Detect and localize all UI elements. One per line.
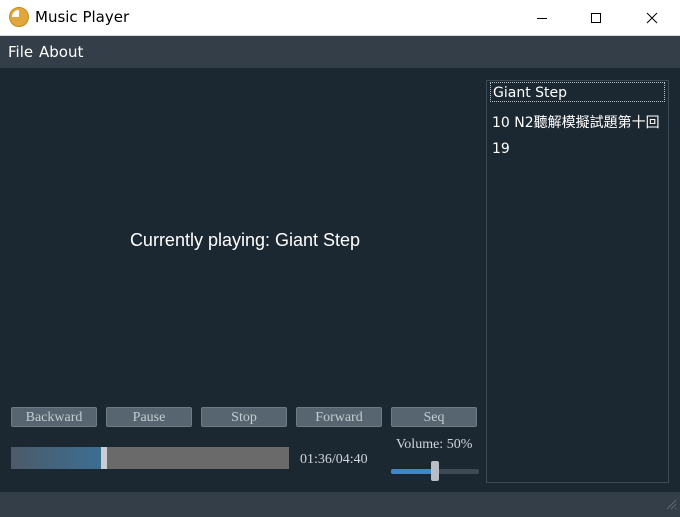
minimize-button[interactable] xyxy=(519,0,565,36)
title-bar: Music Player xyxy=(0,0,680,36)
seq-button[interactable]: Seq xyxy=(391,407,477,427)
maximize-button[interactable] xyxy=(573,0,619,36)
progress-bar[interactable] xyxy=(11,447,289,469)
playlist: Giant Step 10 N2聽解模擬試題第十回 19 xyxy=(486,80,669,483)
menu-about[interactable]: About xyxy=(39,43,83,61)
status-bar xyxy=(0,492,680,517)
pause-button[interactable]: Pause xyxy=(106,407,192,427)
playlist-item[interactable]: 10 N2聽解模擬試題第十回 xyxy=(492,112,660,132)
volume-slider[interactable] xyxy=(391,461,479,481)
window-title: Music Player xyxy=(35,8,130,26)
playlist-item[interactable]: Giant Step xyxy=(490,82,665,102)
backward-button[interactable]: Backward xyxy=(11,407,97,427)
forward-button[interactable]: Forward xyxy=(296,407,382,427)
menu-bar: File About xyxy=(0,36,680,68)
now-playing-label: Currently playing: Giant Step xyxy=(129,230,361,250)
menu-file[interactable]: File xyxy=(8,43,33,61)
playlist-item[interactable]: 19 xyxy=(492,141,510,157)
app-logo-icon xyxy=(9,7,29,27)
volume-fill xyxy=(391,469,435,474)
progress-handle[interactable] xyxy=(101,447,107,469)
stop-button[interactable]: Stop xyxy=(201,407,287,427)
volume-label: Volume: 50% xyxy=(396,437,473,452)
volume-handle[interactable] xyxy=(431,461,439,481)
time-label: 01:36/04:40 xyxy=(300,452,368,467)
resize-grip-icon[interactable] xyxy=(665,495,677,514)
progress-fill xyxy=(11,447,104,469)
close-button[interactable] xyxy=(629,0,675,36)
